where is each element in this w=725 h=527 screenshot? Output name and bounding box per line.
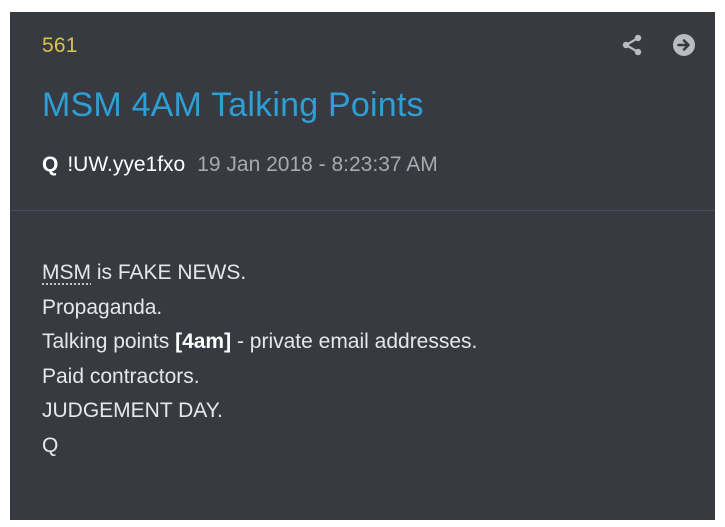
post-actions xyxy=(619,32,697,58)
arrow-right-circle-icon[interactable] xyxy=(671,32,697,58)
body-line-3-post: - private email addresses. xyxy=(231,330,478,353)
author-tripcode: !UW.yye1fxo xyxy=(67,153,186,176)
body-line-3-bracket: [4am] xyxy=(175,330,232,353)
body-line-3: Talking points [4am] - private email add… xyxy=(42,325,477,360)
body-line-4: Paid contractors. xyxy=(42,364,200,388)
author-name: Q xyxy=(42,153,59,176)
post-timestamp: 19 Jan 2018 - 8:23:37 AM xyxy=(197,153,438,176)
post-body: MSM is FAKE NEWS. Propaganda. Talking po… xyxy=(42,256,477,463)
body-line-1-text: is FAKE NEWS. xyxy=(91,261,247,284)
body-line-2: Propaganda. xyxy=(42,295,163,319)
post-title: MSM 4AM Talking Points xyxy=(42,86,424,124)
body-line-1: MSM is FAKE NEWS. xyxy=(42,256,477,291)
post-number[interactable]: 561 xyxy=(42,34,78,58)
abbreviation-msm[interactable]: MSM xyxy=(42,261,91,284)
body-line-5: JUDGEMENT DAY. xyxy=(42,399,223,422)
post-meta: Q !UW.yye1fxo 19 Jan 2018 - 8:23:37 AM xyxy=(42,153,438,177)
share-icon[interactable] xyxy=(619,32,645,58)
body-line-3-pre: Talking points xyxy=(42,330,176,353)
body-line-6: Q xyxy=(42,433,59,457)
post-header: 561 MSM 4AM Talking Points Q !UW.yye1fxo… xyxy=(10,12,715,211)
post-card: 561 MSM 4AM Talking Points Q !UW.yye1fxo… xyxy=(10,12,715,520)
